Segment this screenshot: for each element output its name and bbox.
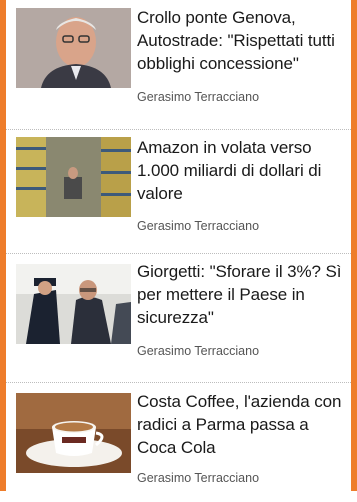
separator [6, 382, 351, 383]
warehouse-shelves-image[interactable] [16, 137, 131, 217]
elderly-man-portrait-image[interactable] [16, 8, 131, 88]
separator [6, 253, 351, 254]
article-title[interactable]: Crollo ponte Genova, Autostrade: "Rispet… [137, 6, 349, 75]
article-title[interactable]: Amazon in volata verso 1.000 miliardi di… [137, 136, 349, 205]
article-author: Gerasimo Terracciano [137, 90, 260, 104]
article-item-2[interactable]: Amazon in volata verso 1.000 miliardi di… [6, 130, 351, 248]
article-item-1[interactable]: Crollo ponte Genova, Autostrade: "Rispet… [6, 0, 351, 118]
article-author: Gerasimo Terracciano [137, 471, 260, 485]
article-author: Gerasimo Terracciano [137, 344, 260, 358]
article-item-3[interactable]: Giorgetti: "Sforare il 3%? Sì per metter… [6, 255, 351, 373]
article-item-4[interactable]: Costa Coffee, l'azienda con radici a Par… [6, 384, 351, 502]
article-author: Gerasimo Terracciano [137, 219, 260, 233]
article-title[interactable]: Costa Coffee, l'azienda con radici a Par… [137, 390, 349, 459]
politician-with-guard-image[interactable] [16, 264, 131, 344]
coffee-cup-image[interactable] [16, 393, 131, 473]
article-title[interactable]: Giorgetti: "Sforare il 3%? Sì per metter… [137, 260, 349, 329]
